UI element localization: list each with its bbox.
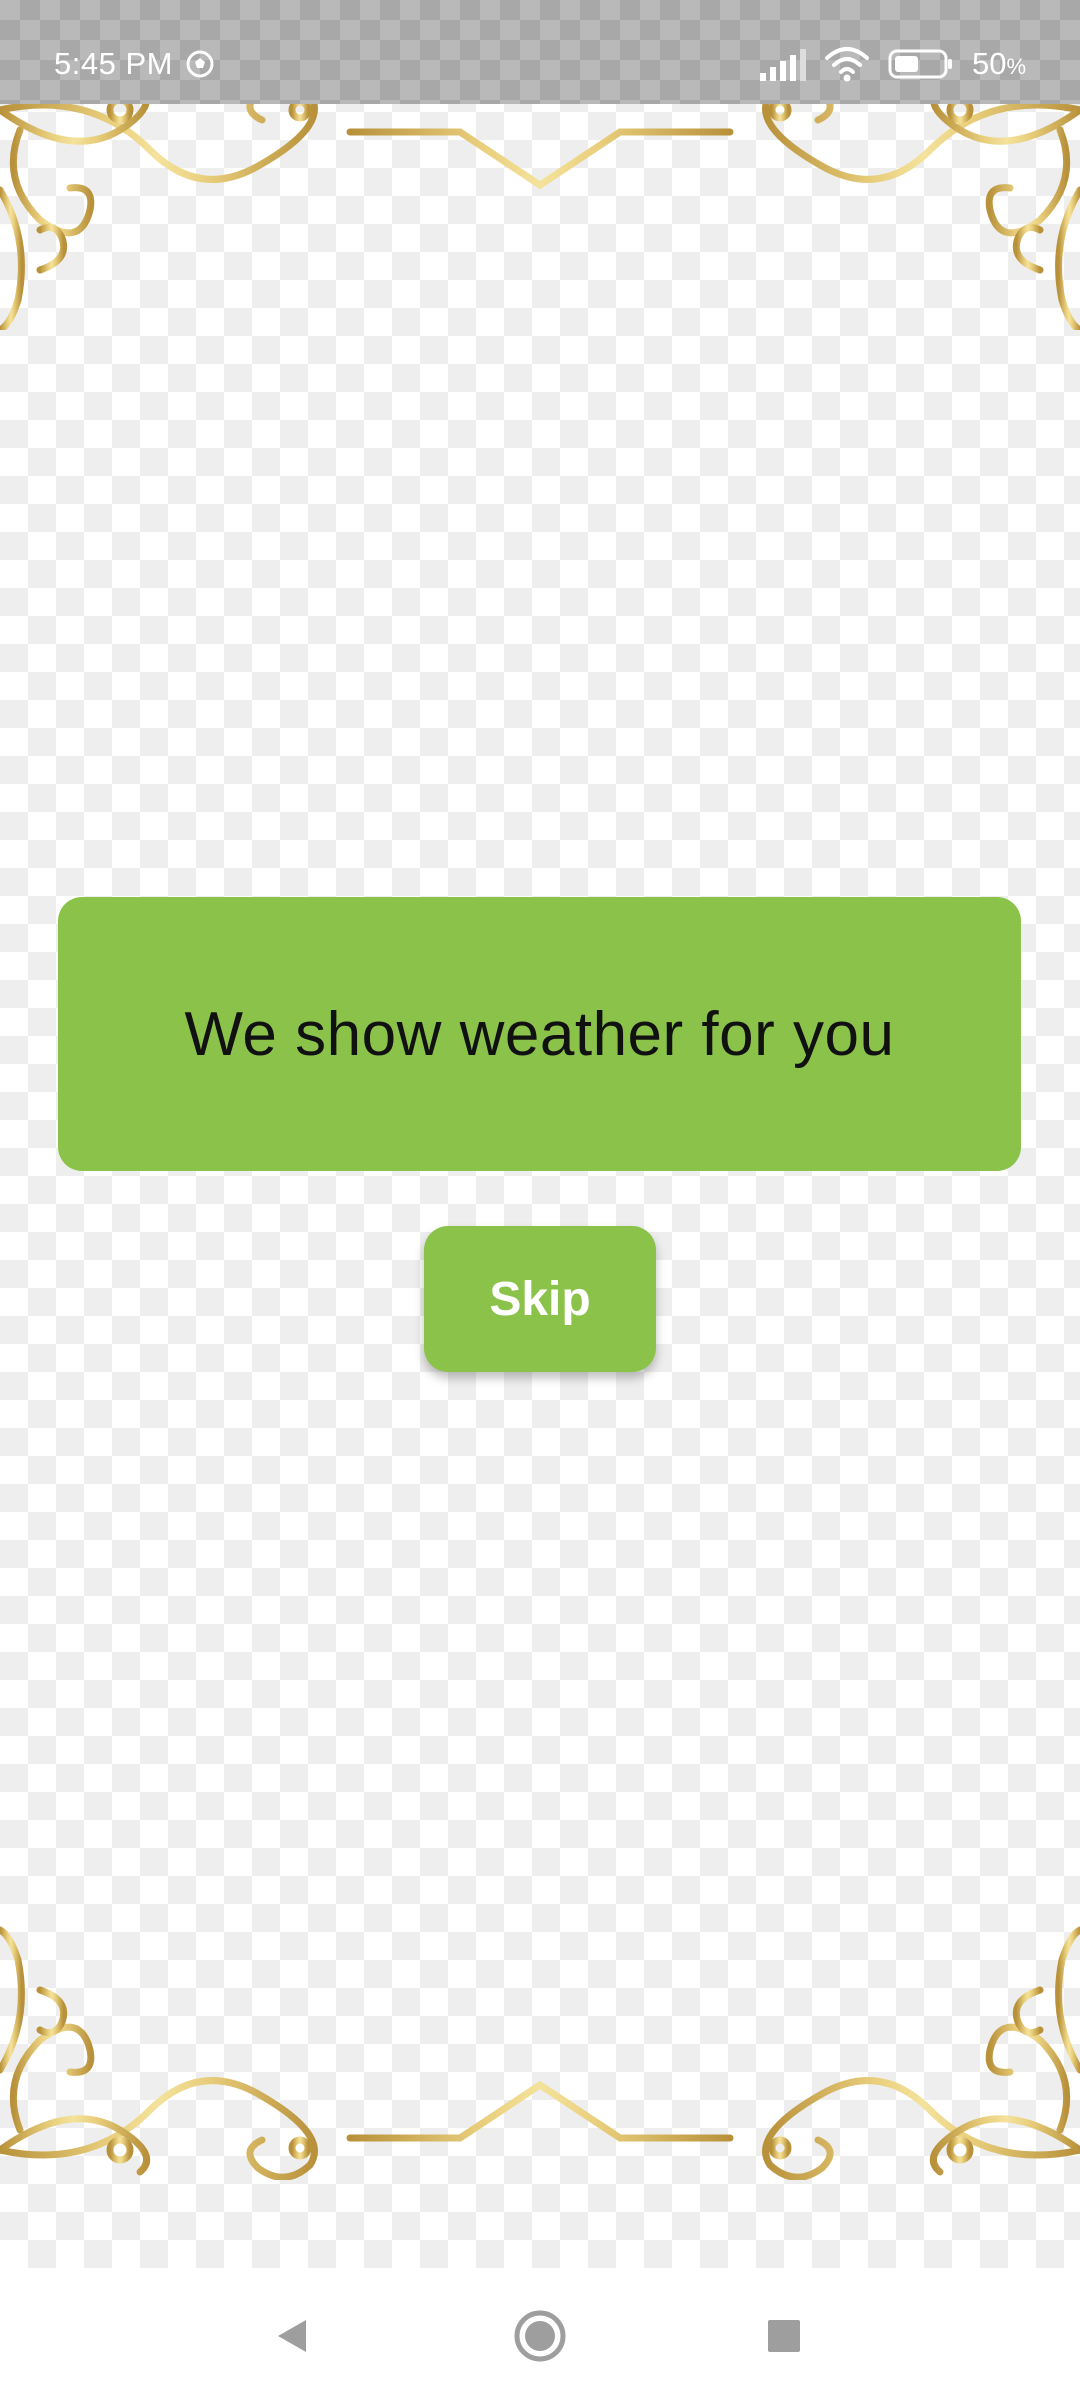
battery-percent: 50% (971, 46, 1026, 81)
signal-icon (758, 47, 806, 81)
bottom-ornament (0, 1926, 1080, 2180)
status-right: 50% (758, 44, 1026, 84)
back-icon[interactable] (260, 2304, 324, 2368)
skip-button[interactable]: Skip (424, 1226, 656, 1372)
message-card: We show weather for you (58, 897, 1021, 1171)
status-left: 5:45 PM (54, 44, 215, 84)
status-time: 5:45 PM (54, 46, 173, 81)
screen: 5:45 PM 50% We show weather for you Skip (0, 0, 1080, 2400)
wifi-icon (824, 46, 870, 82)
home-icon[interactable] (508, 2304, 572, 2368)
message-text: We show weather for you (184, 999, 895, 1069)
battery-icon (888, 48, 954, 80)
battery-unit: % (1006, 54, 1026, 79)
status-bar: 5:45 PM 50% (0, 0, 1080, 104)
top-ornament (0, 74, 1080, 330)
skip-label: Skip (489, 1272, 591, 1326)
recents-icon[interactable] (752, 2304, 816, 2368)
navigation-bar (0, 2268, 1080, 2400)
soccer-ball-icon (185, 49, 215, 79)
